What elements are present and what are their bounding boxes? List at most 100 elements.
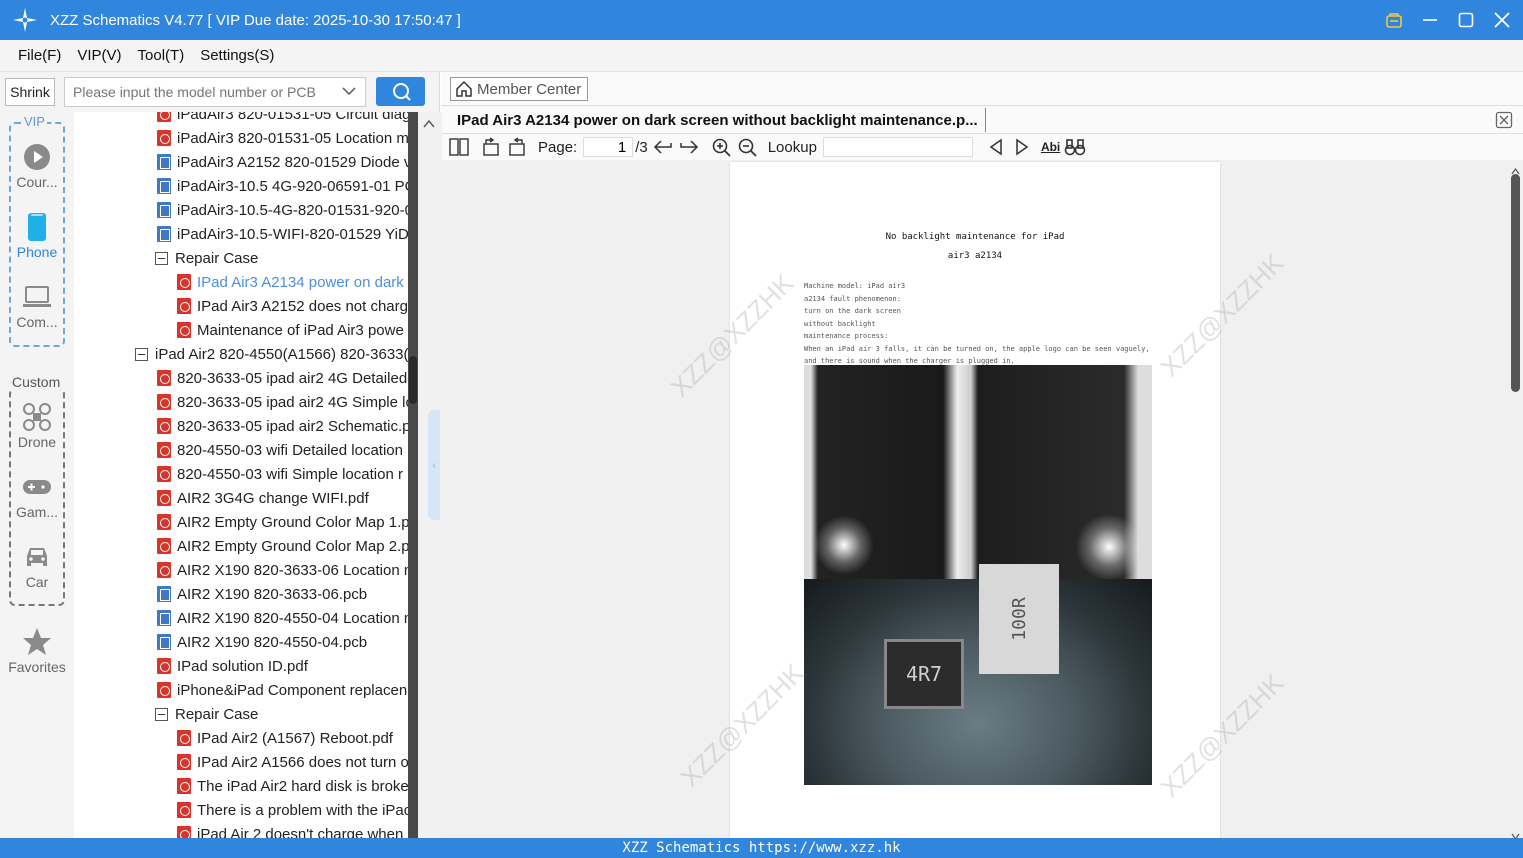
match-case-button[interactable]: Abi [1041,140,1060,154]
lookup-input[interactable] [822,137,973,157]
tree-file[interactable]: AIR2 X190 820-3633-06.pcb [157,582,367,606]
tree-item-label: 820-3633-05 ipad air2 Schematic.p [177,417,408,435]
tree-file[interactable]: AIR2 X190 820-4550-04 Location m [157,606,408,630]
rotate-left-icon[interactable] [480,136,502,158]
close-tab-icon[interactable] [1495,111,1513,129]
chevron-down-icon[interactable] [340,82,358,100]
menu-bar: File(F) VIP(V) Tool(T) Settings(S) [0,40,1523,72]
menu-settings[interactable]: Settings(S) [200,47,274,64]
tree-item-label: iPadAir3-10.5-4G-820-01531-920-0 [177,201,408,219]
tree-file[interactable]: AIR2 Empty Ground Color Map 1.p [157,510,408,534]
zoom-out-icon[interactable] [736,136,758,158]
lookup-label: Lookup [767,138,817,156]
tree-scrollbar-thumb[interactable] [409,356,417,404]
doc-line: turn on the dark screen [804,307,901,315]
search-button[interactable] [376,77,425,106]
tree-file[interactable]: AIR2 X190 820-3633-06 Location m [157,558,408,582]
tree-folder[interactable]: Repair Case [155,246,258,270]
page-number-input[interactable] [583,137,634,157]
find-next-icon[interactable] [1011,136,1033,158]
find-previous-icon[interactable] [985,136,1007,158]
tree-file[interactable]: 820-4550-03 wifi Detailed location [157,438,403,462]
drone-icon [22,402,52,432]
tree-file[interactable]: iPhone&iPad Component replacen [157,678,407,702]
tree-file[interactable]: 820-3633-05 ipad air2 4G Detailed [157,366,407,390]
scroll-up-icon[interactable] [423,116,435,128]
tree-item-label: AIR2 3G4G change WIFI.pdf [177,489,369,507]
tree-file[interactable]: There is a problem with the iPac [177,798,408,822]
binoculars-icon[interactable] [1064,136,1086,158]
document-canvas[interactable]: No backlight maintenance for iPad air3 a… [442,160,1523,838]
tree-folder[interactable]: Repair Case [155,702,258,726]
collapse-toggle-icon[interactable] [155,251,168,265]
tree-file[interactable]: IPad Air2 (A1567) Reboot.pdf [177,726,393,750]
vip-lock-icon[interactable] [1383,9,1405,31]
menu-file[interactable]: File(F) [18,47,61,64]
menu-vip[interactable]: VIP(V) [77,47,121,64]
document-scrollbar-thumb[interactable] [1511,174,1520,392]
collapse-toggle-icon[interactable] [135,347,148,361]
tree-file[interactable]: iPadAir3-10.5-WIFI-820-01529 YiDi [157,222,408,246]
rail-item-computer[interactable]: Com... [0,282,74,330]
document-scrollbar[interactable] [1508,160,1523,841]
tree-file[interactable]: Maintenance of iPad Air3 powe [177,318,404,342]
tree-file[interactable]: 820-3633-05 ipad air2 4G Simple lo [157,390,408,414]
collapse-panel-tab[interactable]: ‹ [428,410,440,520]
zoom-in-icon[interactable] [710,136,732,158]
search-icon [392,82,411,101]
doc-line: a2134 fault phenomenon: [804,294,901,303]
two-page-view-icon[interactable] [448,136,470,158]
maximize-icon[interactable] [1455,9,1477,31]
tree-item-label: 820-3633-05 ipad air2 4G Detailed [177,369,408,387]
tree-file[interactable]: IPad Air2 A1566 does not turn o [177,750,408,774]
tree-file[interactable]: iPadAir3-10.5 4G-920-06591-01 PC [157,174,408,198]
rotate-right-icon[interactable] [506,136,528,158]
document-tab[interactable]: IPad Air3 A2134 power on dark screen wit… [450,108,986,132]
tree-scrollbar[interactable] [408,112,418,838]
rail-item-car[interactable]: Car [0,542,74,590]
tree-file[interactable]: 820-3633-05 ipad air2 Schematic.p [157,414,408,438]
tree-file[interactable]: iPadAir3 A2152 820-01529 Diode v [157,150,408,174]
tree-file[interactable]: 820-4550-03 wifi Simple location r [157,462,403,486]
tree-file[interactable]: IPad Air3 A2152 does not charg [177,294,408,318]
tree-item-label: 820-4550-03 wifi Simple location r [177,465,403,483]
coil-component: 100R [979,564,1059,674]
tree-item-label: iPadAir3-10.5 4G-920-06591-01 PC [177,177,408,195]
tree-file[interactable]: iPadAir3-10.5-4G-820-01531-920-0 [157,198,408,222]
menu-tool[interactable]: Tool(T) [138,47,185,64]
rail-item-favorites[interactable]: Favorites [0,627,74,675]
tree-folder[interactable]: iPad Air2 820-4550(A1566) 820-3633( [135,342,408,366]
tree-file[interactable]: iPadAir3 820-01531-05 Location m [157,126,408,150]
tree-file[interactable]: AIR2 X190 820-4550-04.pcb [157,630,367,654]
scroll-down-icon[interactable] [1511,828,1520,841]
close-icon[interactable] [1491,9,1513,31]
search-input[interactable] [64,77,366,107]
rail-item-phone[interactable]: Phone [0,212,74,260]
rail-item-game[interactable]: Gam... [0,472,74,520]
pdf-file-icon [157,562,171,578]
pdf-file-icon [157,394,171,410]
rail-item-label: Drone [17,434,57,450]
tree-file[interactable]: IPad solution ID.pdf [157,654,308,678]
document-viewer: Member Center IPad Air3 A2134 power on d… [442,72,1523,841]
pdf-file-icon [177,730,191,746]
pdf-file-icon [157,466,171,482]
tree-file[interactable]: IPad Air3 A2134 power on dark [177,270,404,294]
gamepad-icon [22,472,52,502]
rail-item-courses[interactable]: Cour... [0,142,74,190]
previous-page-icon[interactable] [652,136,674,158]
tree-file[interactable]: iPad Air 2 doesn't charge when [177,822,403,838]
shrink-button[interactable]: Shrink [5,78,55,106]
collapse-toggle-icon[interactable] [155,707,168,721]
tree-file[interactable]: AIR2 3G4G change WIFI.pdf [157,486,369,510]
next-page-icon[interactable] [678,136,700,158]
minimize-icon[interactable] [1419,9,1441,31]
tree-file[interactable]: AIR2 Empty Ground Color Map 2.p [157,534,408,558]
viewer-toolbar: Page: /3 Lookup Abi [442,134,1523,160]
car-icon [22,542,52,572]
member-center-button[interactable]: Member Center [450,77,588,101]
rail-item-drone[interactable]: Drone [0,402,74,450]
scroll-up-icon[interactable] [1511,162,1520,175]
tree-file[interactable]: iPadAir3 820-01531-05 Circuit diag [157,112,408,126]
tree-file[interactable]: The iPad Air2 hard disk is broke [177,774,408,798]
